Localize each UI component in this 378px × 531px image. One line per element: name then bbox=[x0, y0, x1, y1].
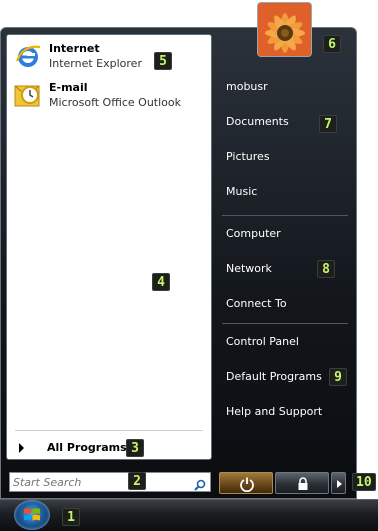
all-programs-button[interactable]: All Programs bbox=[17, 440, 207, 458]
lock-button[interactable] bbox=[275, 472, 329, 494]
search-input[interactable] bbox=[13, 474, 185, 490]
lock-icon bbox=[298, 477, 308, 490]
help-and-support-link[interactable]: Help and Support bbox=[226, 405, 346, 421]
callout-1: 1 bbox=[62, 508, 80, 526]
power-button[interactable] bbox=[219, 472, 273, 494]
music-link[interactable]: Music bbox=[226, 185, 346, 201]
computer-link[interactable]: Computer bbox=[226, 227, 346, 243]
taskbar bbox=[0, 499, 378, 531]
callout-4: 4 bbox=[152, 273, 170, 291]
pinned-internet-explorer[interactable]: Internet Internet Explorer bbox=[13, 39, 203, 73]
pinned-outlook[interactable]: E-mail Microsoft Office Outlook bbox=[13, 78, 203, 112]
connect-to-link[interactable]: Connect To bbox=[226, 297, 346, 313]
callout-3: 3 bbox=[126, 439, 144, 457]
callout-10: 10 bbox=[352, 473, 376, 491]
outlook-icon bbox=[13, 80, 43, 110]
start-search-box[interactable] bbox=[9, 472, 211, 492]
all-programs-label: All Programs bbox=[47, 441, 127, 454]
pinned-subtitle: Microsoft Office Outlook bbox=[49, 96, 181, 109]
user-picture[interactable] bbox=[257, 2, 312, 57]
windows-logo-icon bbox=[24, 508, 40, 521]
power-button-bar bbox=[219, 472, 346, 494]
arrow-right-icon bbox=[337, 480, 342, 488]
callout-2: 2 bbox=[128, 472, 146, 490]
power-icon bbox=[240, 477, 254, 492]
callout-7: 7 bbox=[319, 115, 337, 133]
callout-8: 8 bbox=[317, 260, 335, 278]
programs-pane: Internet Internet Explorer E-mail Micros… bbox=[6, 34, 212, 460]
shutdown-options-button[interactable] bbox=[331, 472, 346, 494]
callout-9: 9 bbox=[329, 368, 347, 386]
pictures-link[interactable]: Pictures bbox=[226, 150, 346, 166]
search-icon[interactable] bbox=[194, 476, 206, 495]
pinned-title: Internet bbox=[49, 42, 100, 55]
callout-6: 6 bbox=[323, 35, 341, 53]
internet-explorer-icon bbox=[13, 41, 43, 71]
right-divider bbox=[222, 215, 348, 216]
arrow-right-icon bbox=[19, 443, 24, 453]
callout-5: 5 bbox=[154, 52, 172, 70]
user-folder-link[interactable]: mobusr bbox=[226, 80, 346, 96]
default-programs-link[interactable]: Default Programs bbox=[226, 370, 346, 386]
pinned-subtitle: Internet Explorer bbox=[49, 57, 142, 70]
pinned-title: E-mail bbox=[49, 81, 88, 94]
start-button[interactable] bbox=[14, 500, 50, 530]
all-programs-divider bbox=[15, 430, 203, 431]
control-panel-link[interactable]: Control Panel bbox=[226, 335, 346, 351]
right-divider bbox=[222, 323, 348, 324]
